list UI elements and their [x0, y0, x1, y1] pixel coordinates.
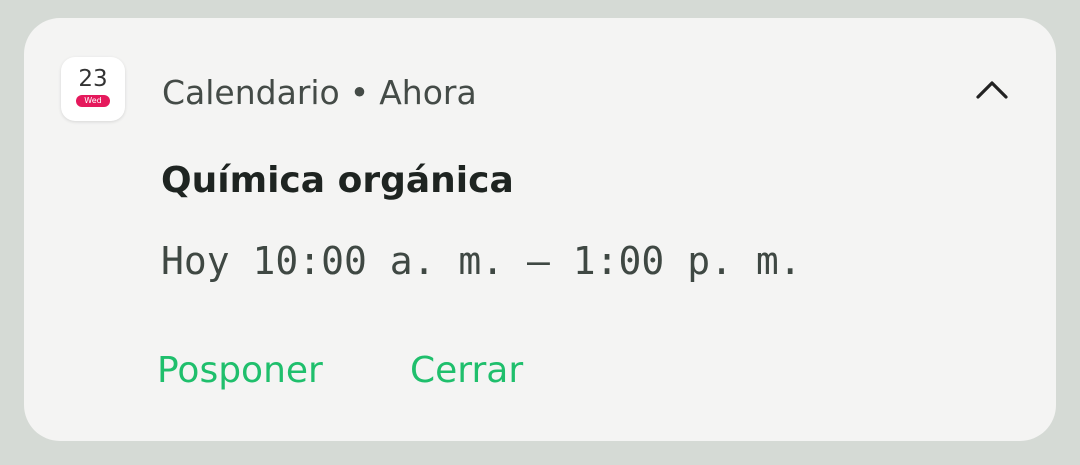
calendar-icon-day: 23: [78, 66, 108, 92]
event-time-range: Hoy 10:00 a. m. – 1:00 p. m.: [161, 239, 802, 283]
event-title: Química orgánica: [161, 160, 514, 201]
chevron-up-icon: [976, 81, 1008, 99]
notification-card[interactable]: 23 Wed Calendario • Ahora Química orgánica…: [24, 18, 1056, 441]
notification-header: Calendario • Ahora: [162, 73, 477, 113]
collapse-button[interactable]: [968, 72, 1016, 108]
close-button[interactable]: Cerrar: [410, 349, 523, 393]
snooze-button[interactable]: Posponer: [157, 349, 323, 393]
calendar-icon-weekday: Wed: [76, 95, 110, 107]
header-separator: •: [349, 73, 370, 112]
calendar-app-icon: 23 Wed: [61, 57, 125, 121]
app-name: Calendario: [162, 73, 340, 112]
notification-time: Ahora: [379, 73, 477, 112]
